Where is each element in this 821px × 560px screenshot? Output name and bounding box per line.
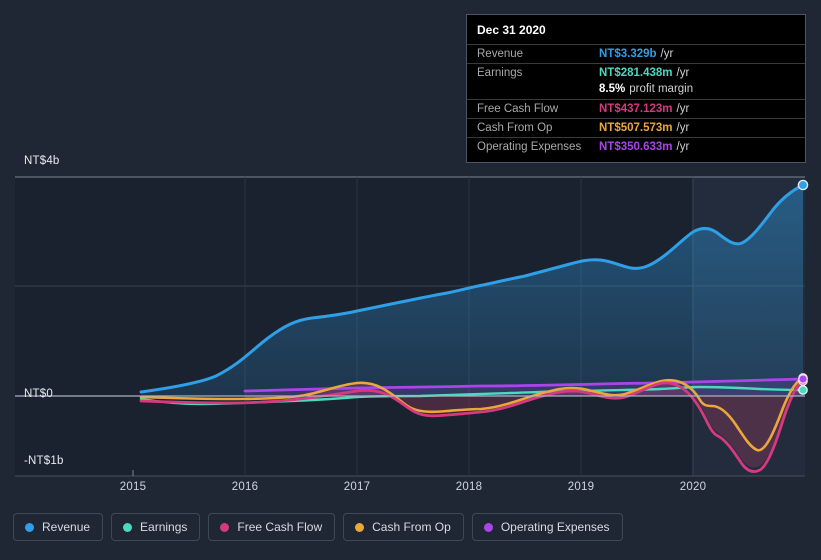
tooltip-row-earnings: Earnings NT$281.438m /yr: [467, 63, 805, 82]
financial-chart-screenshot: NT$4b NT$0 -NT$1b 2015 2016 2017 2018 20…: [0, 0, 821, 560]
x-axis-label-2016: 2016: [231, 481, 259, 493]
x-axis-label-2017: 2017: [343, 481, 371, 493]
x-axis-label-2020: 2020: [679, 481, 707, 493]
legend-dot-cash-from-op-icon: [355, 522, 365, 532]
y-axis-label-top: NT$4b: [24, 155, 60, 167]
legend-item-cash-from-op[interactable]: Cash From Op: [343, 513, 464, 541]
tooltip-row-free-cash-flow: Free Cash Flow NT$437.123m /yr: [467, 99, 805, 118]
legend-item-operating-expenses[interactable]: Operating Expenses: [471, 513, 623, 541]
legend-label-earnings: Earnings: [140, 520, 188, 534]
tooltip-label-operating-expenses: Operating Expenses: [477, 141, 582, 153]
tooltip-suffix-free-cash-flow: /yr: [676, 103, 690, 115]
tooltip-label-revenue: Revenue: [477, 48, 524, 60]
tooltip-label-earnings: Earnings: [477, 67, 523, 79]
tooltip-row-operating-expenses: Operating Expenses NT$350.633m /yr: [467, 137, 805, 156]
tooltip-row-profit-margin: 8.5% profit margin: [467, 82, 805, 99]
legend-label-free-cash-flow: Free Cash Flow: [237, 520, 323, 534]
tooltip-suffix-revenue: /yr: [660, 48, 674, 60]
tooltip-value-earnings: NT$281.438m: [599, 67, 673, 79]
chart-tooltip: Dec 31 2020 Revenue NT$3.329b /yr Earnin…: [466, 14, 806, 163]
tooltip-value-profit-margin: 8.5%: [599, 83, 626, 95]
tooltip-row-revenue: Revenue NT$3.329b /yr: [467, 44, 805, 63]
tooltip-suffix-earnings: /yr: [676, 67, 690, 79]
legend-item-revenue[interactable]: Revenue: [13, 513, 104, 541]
legend-label-operating-expenses: Operating Expenses: [500, 520, 610, 534]
x-axis-label-2019: 2019: [567, 481, 595, 493]
tooltip-label-cash-from-op: Cash From Op: [477, 122, 553, 134]
tooltip-suffix-operating-expenses: /yr: [676, 141, 690, 153]
tooltip-value-free-cash-flow: NT$437.123m: [599, 103, 673, 115]
tooltip-value-revenue: NT$3.329b: [599, 48, 657, 60]
legend-dot-free-cash-flow-icon: [220, 522, 230, 532]
legend-dot-earnings-icon: [123, 522, 133, 532]
legend-item-free-cash-flow[interactable]: Free Cash Flow: [208, 513, 336, 541]
tooltip-suffix-cash-from-op: /yr: [676, 122, 690, 134]
legend-dot-revenue-icon: [25, 522, 34, 532]
legend-item-earnings[interactable]: Earnings: [111, 513, 201, 541]
chart-legend: Revenue Earnings Free Cash Flow Cash Fro…: [13, 513, 623, 541]
legend-label-cash-from-op: Cash From Op: [372, 520, 451, 534]
tooltip-value-operating-expenses: NT$350.633m: [599, 141, 673, 153]
tooltip-label-free-cash-flow: Free Cash Flow: [477, 103, 559, 115]
legend-label-revenue: Revenue: [42, 520, 91, 534]
tooltip-value-cash-from-op: NT$507.573m: [599, 122, 673, 134]
x-axis-label-2015: 2015: [119, 481, 147, 493]
legend-dot-operating-expenses-icon: [483, 522, 493, 532]
tooltip-date: Dec 31 2020: [477, 23, 546, 37]
tooltip-row-cash-from-op: Cash From Op NT$507.573m /yr: [467, 118, 805, 137]
x-axis-label-2018: 2018: [455, 481, 483, 493]
tooltip-label-profit-margin: profit margin: [629, 83, 694, 95]
y-axis-label-bottom: -NT$1b: [24, 455, 64, 467]
y-axis-label-zero: NT$0: [24, 388, 53, 400]
